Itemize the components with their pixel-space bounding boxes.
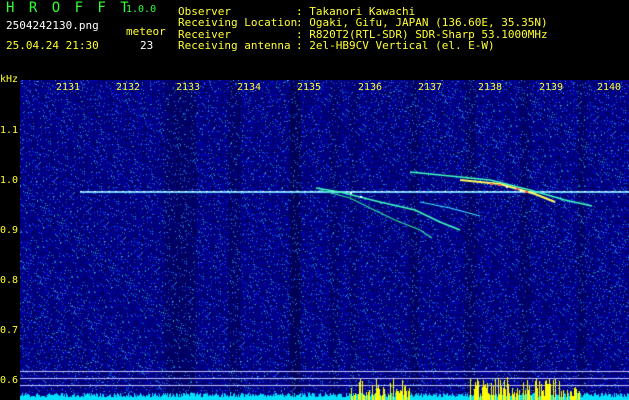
info-label-antenna: Receiving antenna <box>178 39 291 52</box>
y-tick-label: 0.8 <box>0 275 18 286</box>
app-version: 1.0.0 <box>126 4 157 15</box>
file-datetime: 25.04.24 21:30 <box>6 39 99 52</box>
app-title: H R O F F T <box>6 0 132 16</box>
y-tick-label: 1.0 <box>0 175 18 186</box>
detection-count: 23 <box>140 39 154 52</box>
spectrogram <box>20 80 629 400</box>
y-tick-label: 0.6 <box>0 375 18 386</box>
file-name: 2504242130.png <box>6 19 99 32</box>
y-tick-label: 1.1 <box>0 125 18 136</box>
y-axis-unit: kHz <box>0 74 18 85</box>
y-tick-label: 0.9 <box>0 225 18 236</box>
y-tick-label: 0.7 <box>0 325 18 336</box>
y-axis-ticks: 1.1 1.0 0.9 0.8 0.7 0.6 <box>0 125 18 386</box>
info-value-antenna: : 2el-HB9CV Vertical (el. E-W) <box>296 39 495 52</box>
detection-label: meteor <box>126 25 166 38</box>
